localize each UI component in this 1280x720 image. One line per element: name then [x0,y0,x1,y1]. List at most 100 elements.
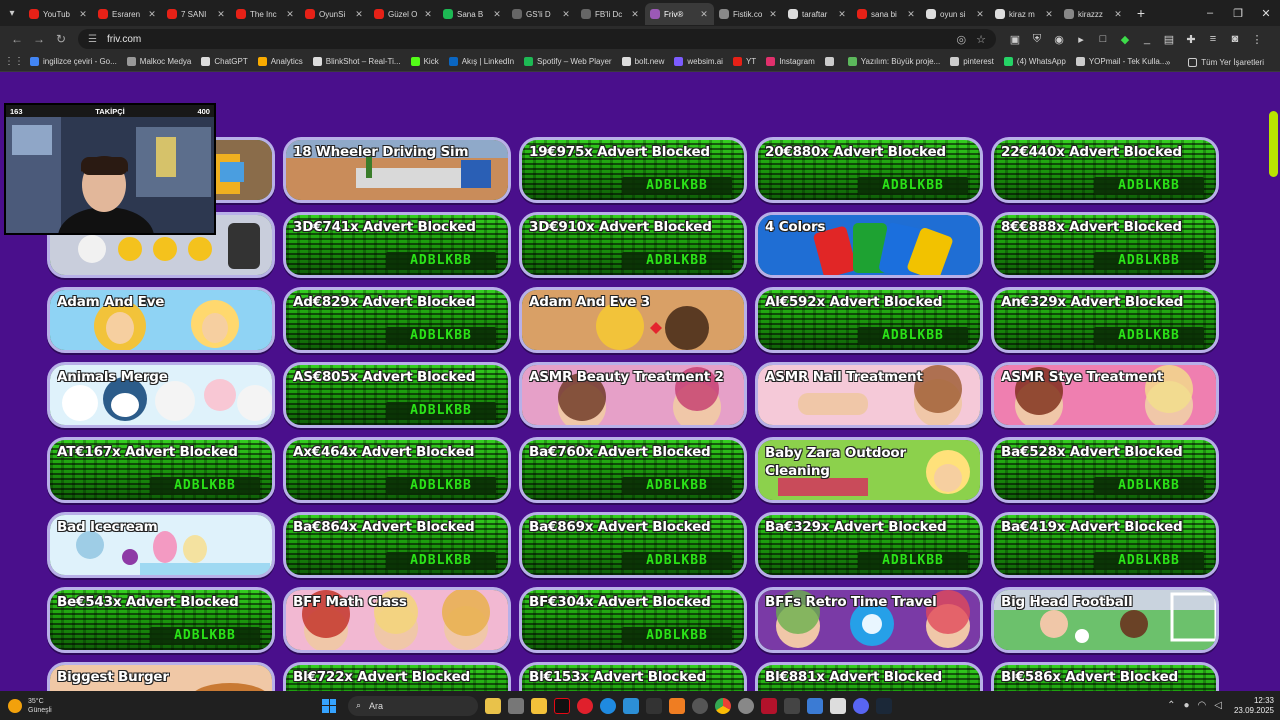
blocked-ad-tile[interactable]: Bl€153x Advert BlockedADBLKBB [519,662,747,691]
bookmark-item[interactable]: BlinkShot – Real-Ti... [312,57,401,66]
game-tile[interactable]: Baby Zara Outdoor Cleaning [755,437,983,503]
puzzle-extensions-icon[interactable]: ✚ [1180,33,1202,46]
blocked-ad-tile[interactable]: 3D€741x Advert Blocked ADBLKBB [283,212,511,278]
bookmark-star-icon[interactable]: ☆ [976,33,986,46]
blocked-ad-tile[interactable]: Bl€586x Advert BlockedADBLKBB [991,662,1219,691]
browser-tab[interactable]: Sana B ✕ [438,3,507,25]
game-tile[interactable]: Big Head Football [991,587,1219,653]
blocked-ad-tile[interactable]: 3D€910x Advert Blocked ADBLKBB [519,212,747,278]
tab-close-icon[interactable]: ✕ [975,9,985,20]
game-tile[interactable]: Bad Icecream [47,512,275,578]
browser-tab[interactable]: kiraz m ✕ [990,3,1059,25]
game-tile[interactable]: 18 Wheeler Driving Sim [283,137,511,203]
game-tile[interactable]: Animals Merge [47,362,275,428]
blocked-ad-tile[interactable]: AT€167x Advert Blocked ADBLKBB [47,437,275,503]
app-icon-1[interactable] [646,697,662,714]
blocked-ad-tile[interactable]: Ax€464x Advert Blocked ADBLKBB [283,437,511,503]
bookmark-item[interactable]: Malkoc Medya [126,57,191,66]
bookmark-item[interactable]: Analytics [257,57,303,66]
bookmark-item[interactable]: (4) WhatsApp [1003,57,1066,66]
steam-icon[interactable] [876,697,892,714]
blocked-ad-tile[interactable]: Ba€419x Advert Blocked ADBLKBB [991,512,1219,578]
shield-extension-icon[interactable]: ⛨ [1026,33,1048,46]
bookmark-item[interactable]: Yazılım: Büyük proje... [847,57,940,66]
browser-tab[interactable]: The Inc ✕ [231,3,300,25]
blocked-ad-tile[interactable]: Al€592x Advert Blocked ADBLKBB [755,287,983,353]
blocked-ad-tile[interactable]: Bl€881x Advert BlockedADBLKBB [755,662,983,691]
browser-tab[interactable]: Fistik.co ✕ [714,3,783,25]
more-bookmarks-icon[interactable]: » [1166,58,1170,67]
blocked-ad-tile[interactable]: 22€440x Advert Blocked ADBLKBB [991,137,1219,203]
opera-icon[interactable] [577,697,593,714]
green-extension-icon[interactable]: ◆ [1114,33,1136,46]
tab-close-icon[interactable]: ✕ [216,9,226,20]
play-extension-icon[interactable]: ▸ [1070,33,1092,46]
blocked-ad-tile[interactable]: BF€304x Advert Blocked ADBLKBB [519,587,747,653]
tray-expand-icon[interactable]: ⌃ [1167,700,1175,711]
tab-close-icon[interactable]: ✕ [561,9,571,20]
widgets-icon[interactable] [485,697,501,714]
bookmark-item[interactable]: Kick [410,57,439,66]
apps-grid-icon[interactable]: ⋮⋮ [4,56,24,67]
new-tab-button[interactable]: + [1128,5,1154,21]
app-icon-3[interactable] [692,697,708,714]
tab-close-icon[interactable]: ✕ [699,9,709,20]
netflix-icon[interactable] [554,697,570,714]
start-button[interactable] [322,698,336,713]
bookmark-item[interactable]: YT [732,57,756,66]
browser-tab[interactable]: Friv® ✕ [645,3,714,25]
tab-close-icon[interactable]: ✕ [768,9,778,20]
taskbar-search[interactable]: ⌕ Ara [348,695,478,716]
minimize-extension-icon[interactable]: _ [1136,33,1158,46]
chrome-icon[interactable] [715,697,731,714]
tab-close-icon[interactable]: ✕ [1113,9,1123,20]
blocked-ad-tile[interactable]: Ba€869x Advert Blocked ADBLKBB [519,512,747,578]
game-tile[interactable]: BFFs Retro Time Travel [755,587,983,653]
blocked-ad-tile[interactable]: Ba€760x Advert Blocked ADBLKBB [519,437,747,503]
vscode-icon[interactable] [623,697,639,714]
browser-tab[interactable]: GS'li D ✕ [507,3,576,25]
app-icon-6[interactable] [830,697,846,714]
bookmark-item[interactable]: Akış | LinkedIn [448,57,514,66]
tab-close-icon[interactable]: ✕ [630,9,640,20]
blocked-ad-tile[interactable]: 19€975x Advert Blocked ADBLKBB [519,137,747,203]
browser-tab[interactable]: YouTub ✕ [24,3,93,25]
app-icon-2[interactable] [669,697,685,714]
address-bar[interactable]: ☰ friv.com ◎ ☆ [78,29,996,49]
tab-close-icon[interactable]: ✕ [906,9,916,20]
vpn-extension-icon[interactable]: ◉ [1048,33,1070,46]
blocked-ad-tile[interactable]: An€329x Advert Blocked ADBLKBB [991,287,1219,353]
tab-close-icon[interactable]: ✕ [492,9,502,20]
menu-icon[interactable]: ⋮ [1246,33,1268,46]
minimize-icon[interactable]: – [1196,7,1224,19]
tab-close-icon[interactable]: ✕ [423,9,433,20]
browser-tab[interactable]: FB'li Dc ✕ [576,3,645,25]
game-tile[interactable]: 4 Colors [755,212,983,278]
screenshot-extension-icon[interactable]: ▣ [1004,33,1026,46]
bookmark-item[interactable]: ingilizce çeviri - Go... [30,57,117,66]
tab-close-icon[interactable]: ✕ [285,9,295,20]
tab-search-icon[interactable]: ▾ [0,0,24,26]
blocked-ad-tile[interactable]: Ba€528x Advert Blocked ADBLKBB [991,437,1219,503]
game-tile[interactable]: Adam And Eve 3 [519,287,747,353]
discord-icon[interactable] [853,697,869,714]
browser-tab[interactable]: oyun si ✕ [921,3,990,25]
game-tile[interactable]: Biggest Burger [47,662,275,691]
tab-organizer-icon[interactable]: ≡ [1202,33,1224,46]
blocked-ad-tile[interactable]: AS€805x Advert Blocked ADBLKBB [283,362,511,428]
browser-tab[interactable]: taraftar ✕ [783,3,852,25]
game-tile[interactable]: ASMR Stye Treatment [991,362,1219,428]
blank-extension-icon[interactable]: □ [1092,33,1114,46]
bookmark-item[interactable]: Spotify – Web Player [524,57,612,66]
blocked-ad-tile[interactable]: Ba€329x Advert Blocked ADBLKBB [755,512,983,578]
sidepanel-icon[interactable]: ▤ [1158,33,1180,46]
browser-tab[interactable]: kirazzz ✕ [1059,3,1128,25]
blocked-ad-tile[interactable]: Bl€722x Advert BlockedADBLKBB [283,662,511,691]
browser-tab[interactable]: Güzel O ✕ [369,3,438,25]
file-explorer-icon[interactable] [531,697,547,714]
notepad-icon[interactable] [807,697,823,714]
all-bookmarks-folder[interactable]: Tüm Yer İşaretleri [1188,57,1264,67]
blocked-ad-tile[interactable]: Be€543x Advert Blocked ADBLKBB [47,587,275,653]
microphone-icon[interactable]: ● [1183,700,1189,711]
back-icon[interactable]: ← [6,32,28,46]
